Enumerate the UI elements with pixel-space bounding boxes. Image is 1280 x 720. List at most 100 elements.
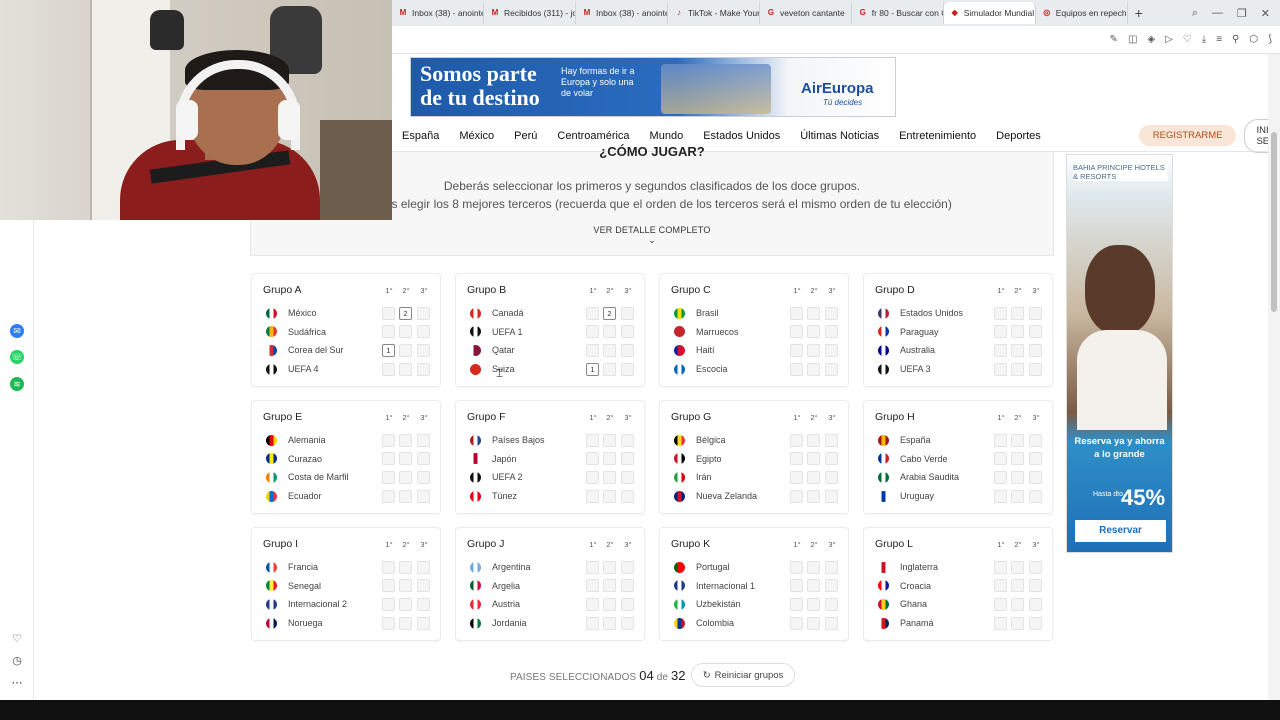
nav-item[interactable]: Centroamérica (547, 130, 639, 142)
position-checkbox[interactable] (825, 597, 838, 611)
position-checkbox[interactable] (825, 452, 838, 466)
position-checkbox[interactable] (994, 616, 1007, 630)
position-checkbox[interactable] (382, 452, 395, 466)
position-checkbox[interactable] (399, 452, 412, 466)
position-checkbox[interactable] (994, 362, 1007, 376)
position-checkbox[interactable] (790, 362, 803, 376)
position-checkbox[interactable] (417, 579, 430, 593)
messenger-icon[interactable]: ✉ (10, 324, 24, 338)
position-checkbox[interactable] (994, 579, 1007, 593)
position-checkbox[interactable] (1029, 597, 1042, 611)
position-checkbox[interactable] (399, 470, 412, 484)
position-checkbox[interactable] (1011, 362, 1024, 376)
position-checkbox[interactable] (790, 616, 803, 630)
position-checkbox[interactable] (603, 470, 616, 484)
close-icon[interactable]: ✕ (1261, 7, 1270, 20)
view-full-details-link[interactable]: VER DETALLE COMPLETO (251, 225, 1053, 235)
nav-item[interactable]: España (392, 130, 449, 142)
position-checkbox[interactable] (621, 579, 634, 593)
ad-sidebar[interactable]: BAHIA PRINCIPE HOTELS & RESORTS Reserva … (1066, 154, 1173, 553)
position-checkbox[interactable] (603, 579, 616, 593)
nav-item[interactable]: México (449, 130, 504, 142)
position-checkbox[interactable] (417, 452, 430, 466)
browser-tab[interactable]: Gfr 80 - Buscar con G (852, 2, 944, 24)
position-checkbox[interactable] (807, 452, 820, 466)
position-checkbox[interactable] (382, 470, 395, 484)
chevron-down-icon[interactable]: ⌄ (251, 235, 1053, 246)
position-checkbox[interactable] (825, 579, 838, 593)
browser-tab[interactable]: ♪ TikTok - Make Your (668, 2, 760, 24)
screenshot-icon[interactable]: ◫ (1128, 34, 1137, 45)
position-checkbox[interactable] (399, 560, 412, 574)
position-checkbox[interactable] (603, 597, 616, 611)
position-checkbox[interactable] (825, 489, 838, 503)
ad-reserve-button[interactable]: Reservar (1075, 520, 1166, 542)
position-checkbox[interactable] (382, 325, 395, 339)
position-checkbox[interactable] (994, 597, 1007, 611)
position-checkbox[interactable]: 1 (382, 343, 395, 357)
position-checkbox[interactable] (417, 433, 430, 447)
position-checkbox[interactable] (621, 306, 634, 320)
position-checkbox[interactable] (603, 489, 616, 503)
ai-icon[interactable]: ⟆ (1268, 34, 1272, 45)
position-checkbox[interactable] (790, 597, 803, 611)
position-checkbox[interactable] (621, 325, 634, 339)
position-checkbox[interactable] (603, 433, 616, 447)
position-checkbox[interactable] (382, 362, 395, 376)
position-checkbox[interactable] (807, 489, 820, 503)
position-checkbox[interactable] (399, 343, 412, 357)
position-checkbox[interactable] (1011, 452, 1024, 466)
position-checkbox[interactable] (382, 616, 395, 630)
position-checkbox[interactable] (1011, 306, 1024, 320)
nav-item[interactable]: Entretenimiento (889, 130, 986, 142)
minimize-icon[interactable]: — (1212, 7, 1223, 20)
scrollbar-thumb[interactable] (1271, 132, 1277, 312)
position-checkbox[interactable] (1011, 433, 1024, 447)
position-checkbox[interactable] (1029, 343, 1042, 357)
position-checkbox[interactable] (621, 489, 634, 503)
extensions-icon[interactable]: ⬡ (1249, 34, 1258, 45)
position-checkbox[interactable] (790, 306, 803, 320)
position-checkbox[interactable]: 2 (399, 306, 412, 320)
position-checkbox[interactable] (586, 325, 599, 339)
position-checkbox[interactable] (825, 433, 838, 447)
browser-tab[interactable]: ◆ Simulador Mundial 2026 (943, 2, 1036, 24)
position-checkbox[interactable] (825, 470, 838, 484)
position-checkbox[interactable] (621, 362, 634, 376)
position-checkbox[interactable] (994, 452, 1007, 466)
page-scrollbar[interactable] (1268, 54, 1280, 700)
nav-item[interactable]: Mundo (640, 130, 694, 142)
position-checkbox[interactable] (382, 597, 395, 611)
position-checkbox[interactable] (807, 325, 820, 339)
position-checkbox[interactable] (825, 362, 838, 376)
download-icon[interactable]: ⤓ (1202, 34, 1206, 45)
position-checkbox[interactable] (790, 452, 803, 466)
position-checkbox[interactable] (382, 306, 395, 320)
position-checkbox[interactable] (382, 579, 395, 593)
position-checkbox[interactable] (382, 560, 395, 574)
position-checkbox[interactable] (417, 470, 430, 484)
position-checkbox[interactable] (1011, 579, 1024, 593)
position-checkbox[interactable] (586, 433, 599, 447)
position-checkbox[interactable] (994, 433, 1007, 447)
position-checkbox[interactable] (807, 306, 820, 320)
position-checkbox[interactable] (1029, 579, 1042, 593)
position-checkbox[interactable] (586, 616, 599, 630)
position-checkbox[interactable] (1029, 306, 1042, 320)
position-checkbox[interactable] (603, 616, 616, 630)
browser-tab[interactable]: M Recibidos (311) - jo (484, 2, 576, 24)
position-checkbox[interactable] (994, 306, 1007, 320)
position-checkbox[interactable] (586, 489, 599, 503)
position-checkbox[interactable] (399, 362, 412, 376)
position-checkbox[interactable] (807, 579, 820, 593)
position-checkbox[interactable] (417, 489, 430, 503)
position-checkbox[interactable] (1029, 362, 1042, 376)
position-checkbox[interactable]: 1 (586, 362, 599, 376)
position-checkbox[interactable] (825, 306, 838, 320)
position-checkbox[interactable] (1029, 452, 1042, 466)
nav-item[interactable]: Deportes (986, 130, 1051, 142)
position-checkbox[interactable] (417, 306, 430, 320)
position-checkbox[interactable] (1011, 470, 1024, 484)
position-checkbox[interactable] (1029, 433, 1042, 447)
position-checkbox[interactable] (621, 470, 634, 484)
